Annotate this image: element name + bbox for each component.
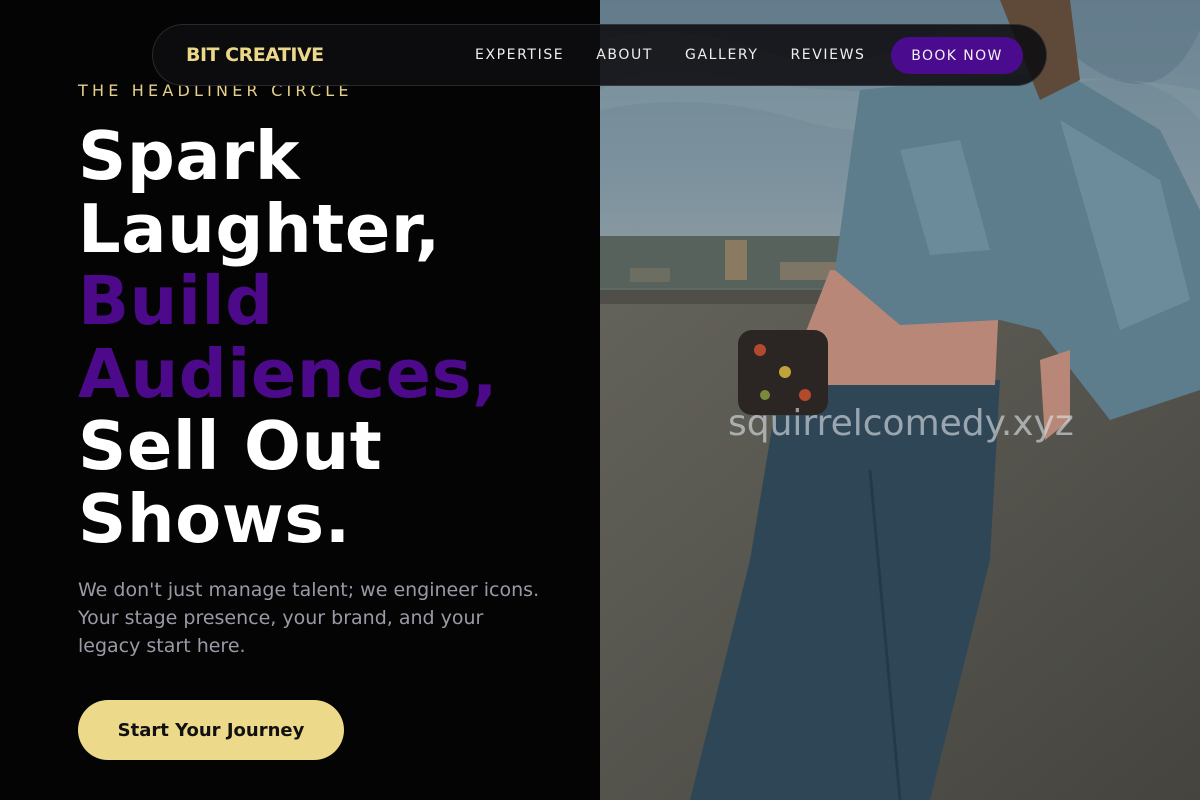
nav-link-about[interactable]: ABOUT	[596, 47, 653, 63]
nav-link-reviews[interactable]: REVIEWS	[790, 47, 865, 63]
nav-links: EXPERTISE ABOUT GALLERY REVIEWS	[475, 47, 898, 63]
hero-subtext: We don't just manage talent; we engineer…	[78, 579, 540, 657]
hero-photo: squirrelcomedy.xyz	[600, 0, 1200, 800]
page: THE HEADLINER CIRCLE Spark Laughter, Bui…	[0, 0, 1200, 800]
nav-link-expertise[interactable]: EXPERTISE	[475, 47, 564, 63]
top-navigation: BIT CREATIVE EXPERTISE ABOUT GALLERY REV…	[152, 24, 1047, 86]
book-now-button[interactable]: BOOK NOW	[891, 37, 1023, 74]
hero-text-panel: THE HEADLINER CIRCLE Spark Laughter, Bui…	[0, 0, 600, 800]
headline-line: Shows.	[78, 479, 351, 558]
headline-line-accent: Build	[78, 262, 274, 340]
headline-line: Spark	[78, 117, 301, 195]
watermark-text: squirrelcomedy.xyz	[728, 403, 1074, 444]
hero-headline: Spark Laughter, Build Audiences, Sell Ou…	[78, 120, 498, 555]
headline-line: Laughter,	[78, 189, 441, 268]
nav-link-gallery[interactable]: GALLERY	[685, 47, 758, 63]
start-journey-button[interactable]: Start Your Journey	[78, 700, 344, 760]
brand-logo[interactable]: BIT CREATIVE	[186, 44, 324, 66]
headline-line-accent: Audiences,	[78, 334, 499, 413]
hero-photo-illustration	[600, 0, 1200, 800]
headline-line: Sell Out	[78, 407, 383, 485]
